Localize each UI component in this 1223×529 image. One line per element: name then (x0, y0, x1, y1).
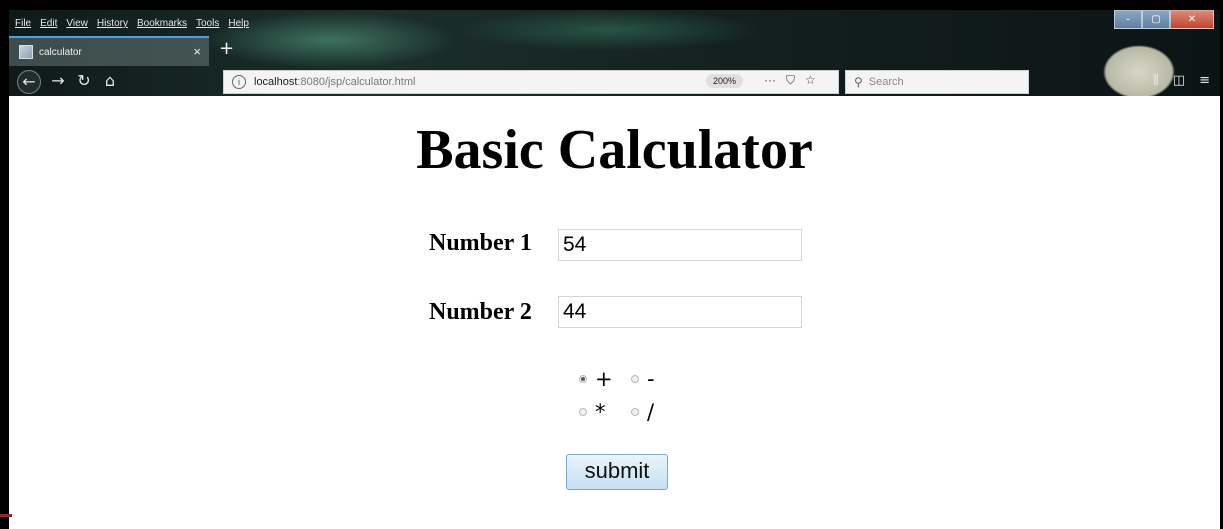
operation-multiply-option[interactable]: * (579, 400, 631, 424)
number2-input[interactable] (558, 296, 802, 328)
menu-bar: File Edit View History Bookmarks Tools H… (15, 18, 249, 34)
tab-close-icon[interactable]: × (193, 44, 201, 59)
menu-history[interactable]: History (97, 18, 128, 34)
menu-help[interactable]: Help (228, 18, 249, 34)
url-bar[interactable]: i localhost:8080/jsp/calculator.html 200… (223, 70, 839, 94)
page-actions-icon[interactable]: ··· (764, 73, 776, 88)
radio-label-subtract: - (647, 366, 655, 391)
radio-add[interactable] (579, 374, 587, 383)
zoom-level-badge[interactable]: 200% (706, 74, 744, 88)
operation-row: + - (579, 362, 683, 395)
site-info-icon[interactable]: i (232, 75, 246, 89)
search-placeholder: Search (868, 76, 904, 88)
radio-divide[interactable] (631, 407, 639, 416)
window-controls: – ▢ ✕ (1114, 10, 1214, 29)
number1-label: Number 1 (429, 230, 532, 256)
submit-button[interactable]: submit (566, 454, 668, 490)
radio-subtract[interactable] (631, 374, 639, 383)
tab-title: calculator (39, 46, 82, 58)
toolbar-right: ⫼ ◫ ≡ (1153, 73, 1210, 88)
page-favicon-icon (19, 45, 33, 59)
screenshot-frame: File Edit View History Bookmarks Tools H… (0, 0, 1223, 529)
page-title: Basic Calculator (416, 119, 813, 181)
menu-edit[interactable]: Edit (40, 18, 57, 34)
radio-label-divide: / (647, 399, 655, 424)
corner-decoration (0, 514, 12, 517)
operation-subtract-option[interactable]: - (631, 367, 683, 391)
page-content: Basic Calculator Number 1 Number 2 + - (9, 96, 1220, 529)
menu-view[interactable]: View (66, 18, 88, 34)
url-host: localhost (254, 76, 298, 88)
navigation-bar: ← → ↻ ⌂ i localhost:8080/jsp/calculator.… (9, 66, 1220, 96)
operation-radio-group: + - * / (579, 362, 683, 428)
browser-window: File Edit View History Bookmarks Tools H… (9, 10, 1220, 529)
menu-file[interactable]: File (15, 18, 31, 34)
new-tab-button[interactable]: + (219, 38, 234, 59)
minimize-button[interactable]: – (1114, 10, 1142, 29)
close-window-button[interactable]: ✕ (1170, 10, 1214, 29)
radio-multiply[interactable] (579, 407, 587, 416)
operation-row: * / (579, 395, 683, 428)
home-button[interactable]: ⌂ (99, 70, 121, 92)
hamburger-menu-icon[interactable]: ≡ (1199, 73, 1210, 88)
reload-button[interactable]: ↻ (73, 70, 95, 92)
radio-label-multiply: * (595, 399, 606, 424)
radio-label-add: + (595, 366, 613, 391)
url-path: :8080/jsp/calculator.html (297, 76, 416, 88)
maximize-button[interactable]: ▢ (1142, 10, 1170, 29)
operation-divide-option[interactable]: / (631, 400, 683, 424)
menu-bookmarks[interactable]: Bookmarks (137, 18, 187, 34)
number2-label: Number 2 (429, 299, 532, 325)
library-icon[interactable]: ⫼ (1153, 73, 1159, 88)
url-actions: ··· ⛉ ☆ (764, 73, 816, 88)
operation-add-option[interactable]: + (579, 367, 631, 391)
bookmark-star-icon[interactable]: ☆ (805, 73, 816, 88)
forward-button[interactable]: → (47, 70, 69, 92)
browser-chrome: File Edit View History Bookmarks Tools H… (9, 10, 1220, 96)
pocket-icon[interactable]: ⛉ (786, 73, 795, 88)
tab-calculator[interactable]: calculator × (9, 36, 209, 66)
sidebar-icon[interactable]: ◫ (1173, 73, 1185, 88)
search-bar[interactable]: ⚲ Search (845, 70, 1029, 94)
back-button[interactable]: ← (17, 70, 41, 94)
number1-input[interactable] (558, 229, 802, 261)
search-icon: ⚲ (854, 75, 863, 89)
menu-tools[interactable]: Tools (196, 18, 219, 34)
